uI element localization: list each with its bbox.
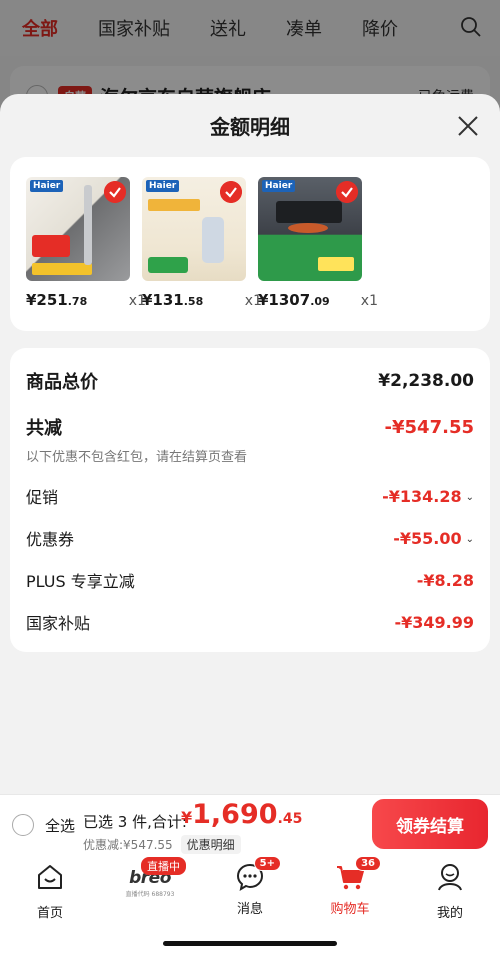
plus-discount-label: PLUS 专享立减 <box>26 572 135 591</box>
tab-messages-label: 消息 <box>236 902 263 917</box>
discount-detail-link[interactable]: 优惠明细 <box>180 835 241 854</box>
coupon-value: -¥55.00 <box>393 528 462 548</box>
tab-messages[interactable]: 5+ 消息 <box>215 856 285 917</box>
tab-me-label: 我的 <box>436 906 463 921</box>
product-image-range-hood: Haier <box>258 177 362 281</box>
discount-summary: 优惠减:¥547.55 优惠明细 <box>83 835 241 854</box>
promotion-value: -¥134.28 <box>382 486 462 506</box>
product-price: ¥131.58 <box>142 291 204 309</box>
checked-icon[interactable] <box>336 181 358 203</box>
product-image-steamer: Haier <box>142 177 246 281</box>
tab-cart[interactable]: 36 购物车 <box>315 856 385 917</box>
tab-home-label: 首页 <box>36 906 63 921</box>
product-list: Haier ¥251.78 x1 Haier ¥131.58 x1 Haier … <box>10 157 490 331</box>
chevron-down-icon[interactable]: ⌄ <box>466 534 474 545</box>
sheet-title: 金额明细 <box>210 114 290 139</box>
subsidy-label: 国家补贴 <box>26 614 91 633</box>
total-reduction-row: 共减 -¥547.55 <box>26 414 474 440</box>
plus-discount-value: -¥8.28 <box>416 570 474 590</box>
product-image-faucet: Haier <box>26 177 130 281</box>
tab-cart-label: 购物车 <box>330 902 370 917</box>
reduction-note: 以下优惠不包含红包，请在结算页查看 <box>26 450 248 465</box>
promotion-row[interactable]: 促销 -¥134.28 ⌄ <box>26 484 474 508</box>
select-all-label[interactable]: 全选 <box>45 815 75 836</box>
coupon-row[interactable]: 优惠券 -¥55.00 ⌄ <box>26 526 474 550</box>
checkout-bar: 全选 已选 3 件,合计: ¥1,690.45 优惠减:¥547.55 优惠明细 … <box>0 794 500 854</box>
plus-discount-row: PLUS 专享立减 -¥8.28 <box>26 568 474 592</box>
user-icon <box>438 864 462 891</box>
total-reduction-value: -¥547.55 <box>384 416 474 438</box>
sheet-header: 金额明细 <box>0 94 500 156</box>
brand-label: Haier <box>146 180 180 192</box>
home-indicator <box>163 941 337 946</box>
checked-icon[interactable] <box>220 181 242 203</box>
live-badge: 直播中 <box>141 857 186 875</box>
select-all-radio[interactable] <box>12 814 34 836</box>
product-price: ¥1307.09 <box>258 291 330 309</box>
brand-subtext: 直播代码 688793 <box>125 891 175 898</box>
total-reduction-label: 共减 <box>26 418 62 439</box>
chevron-down-icon[interactable]: ⌄ <box>466 492 474 503</box>
promotion-value-wrap: -¥134.28 ⌄ <box>382 487 474 506</box>
close-icon[interactable] <box>456 114 480 138</box>
selected-count-text: 已选 3 件,合计: <box>83 813 187 831</box>
checkout-button[interactable]: 领券结算 <box>372 799 488 849</box>
product-quantity: x1 <box>360 293 378 309</box>
coupon-label: 优惠券 <box>26 530 75 549</box>
total-price-value: ¥2,238.00 <box>378 371 474 391</box>
cart-badge: 36 <box>355 856 381 871</box>
subsidy-value: -¥349.99 <box>394 612 474 632</box>
subsidy-row: 国家补贴 -¥349.99 <box>26 610 474 634</box>
messages-badge: 5+ <box>253 856 281 871</box>
total-price-label: 商品总价 <box>26 372 98 393</box>
tab-home[interactable]: 首页 <box>15 862 85 921</box>
promotion-label: 促销 <box>26 488 59 507</box>
checked-icon[interactable] <box>104 181 126 203</box>
brand-label: Haier <box>30 180 64 192</box>
product-item[interactable]: Haier ¥131.58 x1 <box>142 177 262 311</box>
messages-icon-wrap: 5+ <box>235 856 281 892</box>
checkout-total: ¥1,690.45 <box>181 799 303 830</box>
total-price-row: 商品总价 ¥2,238.00 <box>26 368 474 394</box>
coupon-value-wrap: -¥55.00 ⌄ <box>393 529 474 548</box>
home-icon <box>38 865 62 889</box>
product-item[interactable]: Haier ¥251.78 x1 <box>26 177 146 311</box>
cart-icon-wrap: 36 <box>335 856 381 892</box>
amount-detail-sheet: 金额明细 Haier ¥251.78 x1 Haier ¥131.58 x1 H… <box>0 94 500 794</box>
brand-label: Haier <box>262 180 296 192</box>
tab-me[interactable]: 我的 <box>415 862 485 921</box>
price-summary: 商品总价 ¥2,238.00 共减 -¥547.55 以下优惠不包含红包，请在结… <box>10 348 490 652</box>
product-price: ¥251.78 <box>26 291 88 309</box>
product-item[interactable]: Haier ¥1307.09 x1 <box>258 177 378 311</box>
